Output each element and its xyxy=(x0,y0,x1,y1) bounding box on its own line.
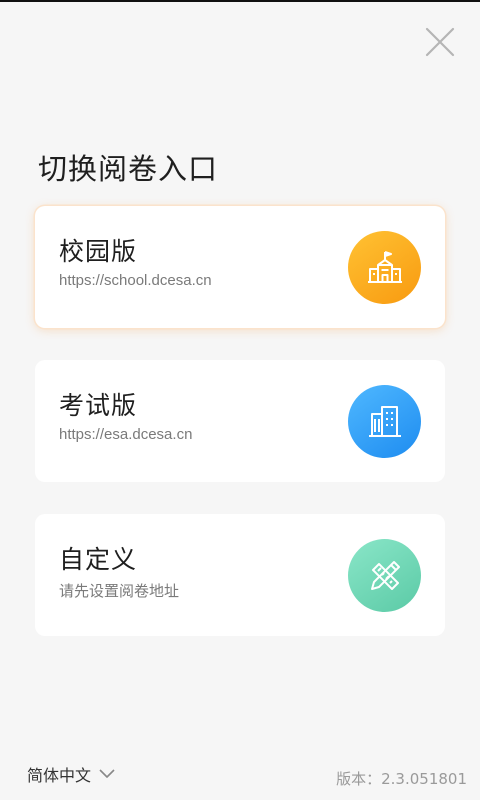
card-title: 考试版 xyxy=(59,391,138,420)
card-url: https://school.dcesa.cn xyxy=(59,272,212,289)
pencil-ruler-icon xyxy=(370,560,400,590)
card-url: https://esa.dcesa.cn xyxy=(59,426,193,443)
custom-icon-badge xyxy=(348,539,421,612)
version-text: 版本：2.3.051801 xyxy=(336,770,467,788)
exam-edition-card[interactable]: 考试版 https://esa.dcesa.cn xyxy=(35,360,445,482)
school-icon-badge xyxy=(348,231,421,304)
school-edition-card[interactable]: 校园版 https://school.dcesa.cn xyxy=(35,206,445,328)
close-button[interactable] xyxy=(420,22,460,62)
card-title: 自定义 xyxy=(59,545,138,574)
exam-icon-badge xyxy=(348,385,421,458)
chevron-down-icon xyxy=(99,769,115,778)
card-title: 校园版 xyxy=(59,237,138,266)
page-title: 切换阅卷入口 xyxy=(38,152,219,186)
language-label: 简体中文 xyxy=(27,766,92,785)
close-icon xyxy=(425,27,455,57)
status-bar-line xyxy=(0,0,480,2)
card-hint: 请先设置阅卷地址 xyxy=(59,583,180,600)
language-selector[interactable]: 简体中文 xyxy=(27,762,115,786)
school-building-icon xyxy=(367,250,402,283)
office-building-icon xyxy=(368,405,401,437)
custom-edition-card[interactable]: 自定义 请先设置阅卷地址 xyxy=(35,514,445,636)
